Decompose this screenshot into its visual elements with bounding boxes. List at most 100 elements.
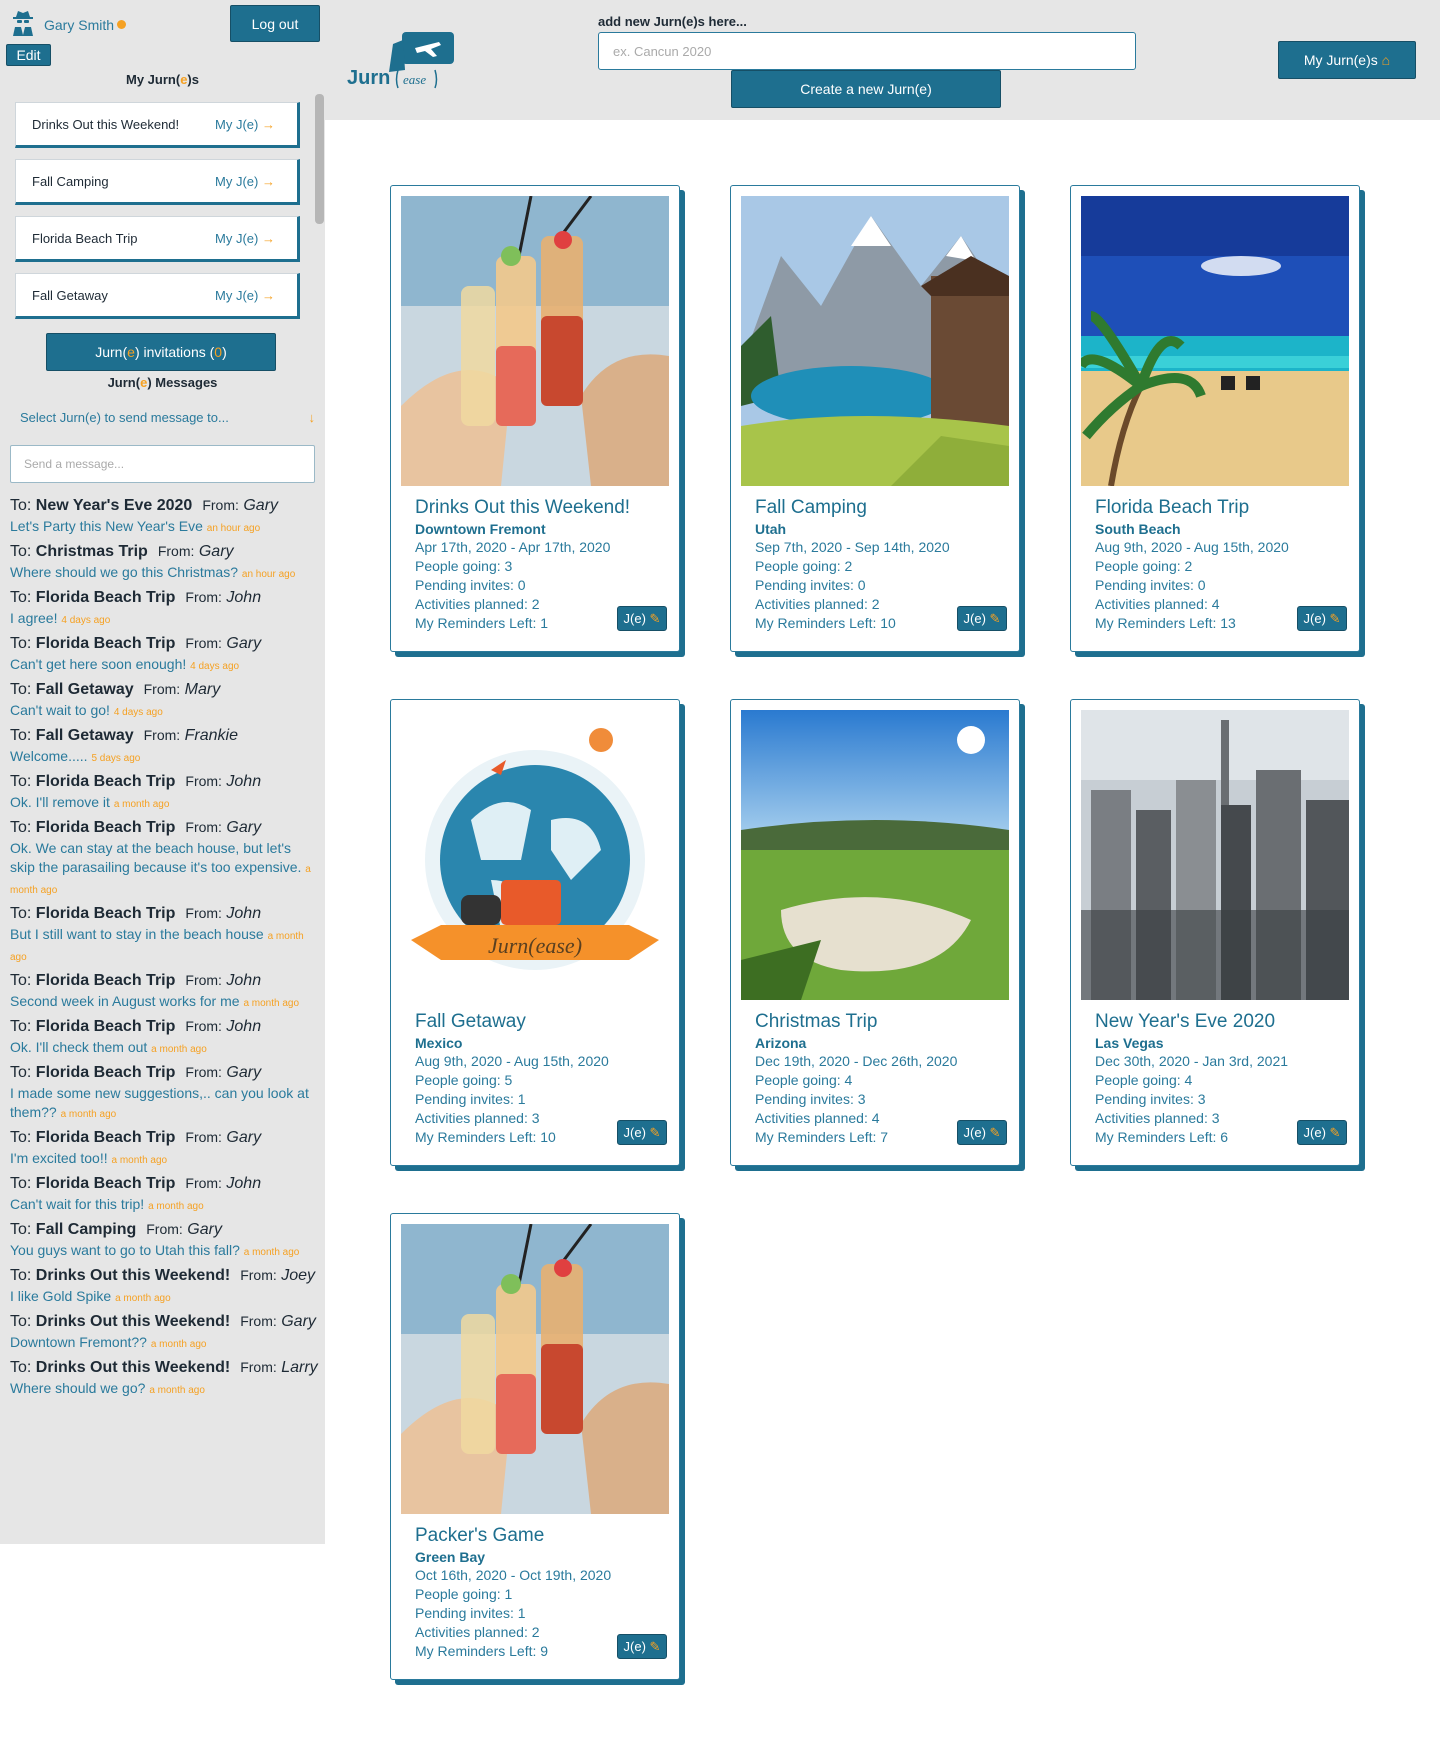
message-header: To: Florida Beach Trip From: Gary [10, 816, 318, 839]
my-jurnes-list[interactable]: Drinks Out this Weekend! My J(e) → Fall Ca… [15, 102, 300, 324]
message-text: I like Gold Spike [10, 1288, 112, 1304]
card-title[interactable]: New Year's Eve 2020 [1095, 1010, 1345, 1034]
card-location: Downtown Fremont [415, 521, 546, 537]
app-root: Gary Smith Log out Edit My Jurn(e)s Drin… [0, 0, 1440, 1742]
message-sender: John [226, 773, 262, 790]
message-body: Where should we go? a month ago [10, 1379, 318, 1400]
card-title[interactable]: Fall Getaway [415, 1010, 665, 1034]
pencil-icon: ✎ [1329, 610, 1341, 626]
to-label: To: [10, 972, 32, 989]
my-jurne-link[interactable]: My J(e) → [215, 231, 275, 246]
jurne-card[interactable]: New Year's Eve 2020 Las Vegas Dec 30th, 20… [1070, 699, 1360, 1166]
create-jurne-button[interactable]: Create a new Jurn(e) [731, 70, 1001, 108]
message-text: But I still want to stay in the beach ho… [10, 926, 264, 942]
edit-jurne-button[interactable]: J(e) ✎ [1297, 1120, 1347, 1145]
edit-jurne-button[interactable]: J(e) ✎ [617, 1634, 667, 1659]
message-body: Second week in August works for me a mon… [10, 992, 318, 1013]
to-label: To: [10, 1267, 32, 1284]
card-title[interactable]: Fall Camping [755, 496, 1005, 520]
card-people-going: People going: 5 [415, 1072, 513, 1088]
jurne-invitations-button[interactable]: Jurn(e) invitations (0) [46, 333, 276, 371]
jurne-card[interactable]: Drinks Out this Weekend! Downtown Fremont… [390, 185, 680, 652]
home-icon: ⌂ [1381, 52, 1391, 68]
card-title[interactable]: Christmas Trip [755, 1010, 1005, 1034]
message-time: 4 days ago [113, 707, 163, 718]
edit-jurne-button[interactable]: J(e) ✎ [617, 1120, 667, 1145]
card-location: Green Bay [415, 1549, 486, 1565]
jurne-card[interactable]: Florida Beach Trip South Beach Aug 9th, 20… [1070, 185, 1360, 652]
to-label: To: [10, 1359, 32, 1376]
select-jurne-dropdown[interactable]: Select Jurn(e) to send message to... ↓ [20, 410, 315, 425]
edit-jurne-button[interactable]: J(e) ✎ [1297, 606, 1347, 631]
to-label: To: [10, 1221, 32, 1238]
card-pending-invites: Pending invites: 0 [755, 577, 866, 593]
user-name[interactable]: Gary Smith [44, 17, 114, 33]
message-trip: Florida Beach Trip [35, 1064, 176, 1081]
message-sender: Larry [281, 1359, 318, 1376]
message-sender: John [226, 1018, 262, 1035]
message-item: To: Florida Beach Trip From: John Ok. I'll… [10, 770, 318, 814]
to-label: To: [10, 589, 32, 606]
message-header: To: Drinks Out this Weekend! From: Joey [10, 1264, 318, 1287]
sidebar-jurne-item[interactable]: Fall Camping My J(e) → [15, 159, 300, 205]
message-body: Where should we go this Christmas? an ho… [10, 563, 318, 584]
edit-profile-button[interactable]: Edit [6, 44, 51, 66]
from-label: From: [240, 1359, 277, 1375]
card-title[interactable]: Packer's Game [415, 1524, 665, 1548]
from-label: From: [143, 681, 181, 697]
my-jurnes-home-button[interactable]: My Jurn(e)s ⌂ [1278, 41, 1416, 79]
message-time: 4 days ago [61, 615, 111, 626]
message-time: a month ago [243, 1247, 300, 1258]
my-jurne-link[interactable]: My J(e) → [215, 174, 275, 189]
message-header: To: Florida Beach Trip From: John [10, 586, 318, 609]
sidebar-jurne-item[interactable]: Florida Beach Trip My J(e) → [15, 216, 300, 262]
message-sender: Gary [187, 1221, 222, 1238]
message-time: 4 days ago [190, 661, 240, 672]
sidebar-jurne-item[interactable]: Fall Getaway My J(e) → [15, 273, 300, 319]
card-title[interactable]: Drinks Out this Weekend! [415, 496, 665, 520]
jurnes-list-scrollbar[interactable] [315, 94, 324, 224]
jurne-card[interactable]: Fall Camping Utah Sep 7th, 2020 - Sep 14th… [730, 185, 1020, 652]
message-sender: John [226, 1175, 262, 1192]
top-header: Jurn ease add new Jurn(e)s here... Creat… [325, 0, 1440, 120]
edit-jurne-button[interactable]: J(e) ✎ [957, 1120, 1007, 1145]
jurne-card[interactable]: Christmas Trip Arizona Dec 19th, 2020 - De… [730, 699, 1020, 1166]
pencil-icon: ✎ [989, 610, 1001, 626]
message-trip: Drinks Out this Weekend! [35, 1359, 231, 1376]
edit-jurne-button[interactable]: J(e) ✎ [617, 606, 667, 631]
card-pending-invites: Pending invites: 0 [415, 577, 526, 593]
my-jurne-link[interactable]: My J(e) → [215, 117, 275, 132]
message-body: Ok. I'll check them out a month ago [10, 1038, 318, 1059]
message-text: I made some new suggestions,.. can you l… [10, 1085, 309, 1120]
message-sender: Gary [281, 1313, 316, 1330]
message-header: To: Drinks Out this Weekend! From: Larry [10, 1356, 318, 1379]
message-input[interactable] [10, 445, 315, 483]
sidebar-jurne-name: Drinks Out this Weekend! [32, 116, 180, 132]
sidebar-jurne-item[interactable]: Drinks Out this Weekend! My J(e) → [15, 102, 300, 148]
logout-button[interactable]: Log out [230, 5, 320, 42]
message-trip: Fall Camping [35, 1221, 137, 1238]
to-label: To: [10, 1064, 32, 1081]
my-jurnes-heading: My Jurn(e)s [126, 72, 199, 87]
my-jurne-link[interactable]: My J(e) → [215, 288, 275, 303]
message-sender: Gary [198, 543, 234, 560]
new-jurne-input[interactable] [598, 32, 1136, 70]
message-body: Can't wait for this trip! a month ago [10, 1195, 318, 1216]
message-header: To: Florida Beach Trip From: Gary [10, 632, 318, 655]
message-body: I like Gold Spike a month ago [10, 1287, 318, 1308]
from-label: From: [185, 1129, 222, 1145]
message-time: a month ago [60, 1109, 117, 1120]
jurne-card[interactable]: Jurn(ease) Fall Getaway Mexico Aug 9th, 202… [390, 699, 680, 1166]
jurnease-logo[interactable]: Jurn ease [347, 30, 457, 92]
jurne-card[interactable]: Packer's Game Green Bay Oct 16th, 2020 - O… [390, 1213, 680, 1680]
card-title[interactable]: Florida Beach Trip [1095, 496, 1345, 520]
arrow-down-icon: ↓ [308, 410, 316, 425]
sidebar-jurne-name: Fall Camping [32, 173, 109, 189]
message-time: a month ago [149, 1385, 205, 1396]
message-item: To: Drinks Out this Weekend! From: Joey I … [10, 1264, 318, 1308]
message-trip: New Year's Eve 2020 [35, 497, 193, 514]
message-header: To: Christmas Trip From: Gary [10, 540, 318, 563]
message-sender: John [226, 589, 262, 606]
edit-jurne-button[interactable]: J(e) ✎ [957, 606, 1007, 631]
to-label: To: [10, 1129, 32, 1146]
